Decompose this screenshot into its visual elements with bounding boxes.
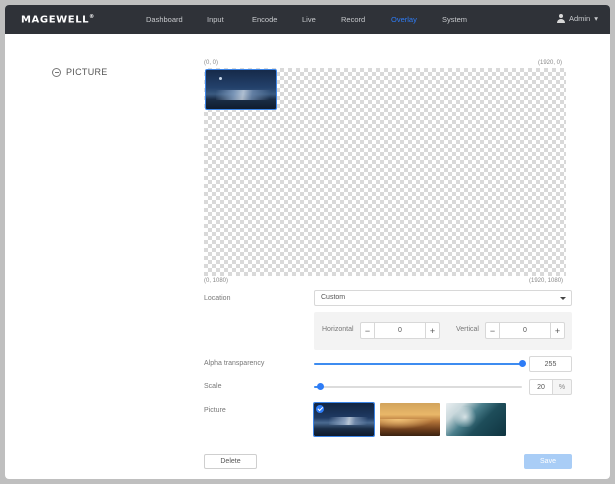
overlay-picture-preview[interactable] xyxy=(205,69,277,110)
magewell-logo[interactable]: MAGEWELL® xyxy=(21,14,95,25)
scale-unit: % xyxy=(553,379,572,395)
scale-slider-thumb[interactable] xyxy=(316,383,324,390)
picture-thumbnail-mountain[interactable] xyxy=(313,402,375,437)
alpha-slider[interactable] xyxy=(314,359,526,369)
app-window: MAGEWELL® Dashboard Input Encode Live Re… xyxy=(5,5,610,479)
section-header[interactable]: PICTURE xyxy=(52,67,108,77)
horizontal-decrement-button[interactable]: − xyxy=(361,323,375,338)
save-button[interactable]: Save xyxy=(524,454,572,469)
picture-thumbnail-desert[interactable] xyxy=(380,403,440,436)
collapse-icon[interactable] xyxy=(52,67,61,77)
picture-thumbnail-ocean[interactable] xyxy=(446,403,506,436)
coord-bottom-right: (1920, 1080) xyxy=(529,278,564,284)
caret-down-icon xyxy=(560,297,566,300)
vertical-increment-button[interactable]: + xyxy=(550,323,564,338)
nav-live[interactable]: Live xyxy=(302,15,316,24)
location-value: Custom xyxy=(321,294,346,301)
nav-system[interactable]: System xyxy=(442,15,467,24)
coord-bottom-left: (0, 1080) xyxy=(204,278,229,284)
nav-overlay[interactable]: Overlay xyxy=(391,15,417,24)
vertical-stepper[interactable]: − 0 + xyxy=(485,322,565,339)
alpha-slider-fill xyxy=(314,363,522,365)
alpha-input[interactable]: 255 xyxy=(529,356,572,372)
scale-slider[interactable] xyxy=(314,382,522,392)
user-menu[interactable]: Admin ▾ xyxy=(556,14,598,23)
horizontal-increment-button[interactable]: + xyxy=(425,323,439,338)
scale-label: Scale xyxy=(204,383,222,390)
user-icon xyxy=(556,14,565,23)
logo-text: MAGEWELL xyxy=(21,14,90,26)
horizontal-stepper[interactable]: − 0 + xyxy=(360,322,440,339)
vertical-decrement-button[interactable]: − xyxy=(486,323,500,338)
vertical-input[interactable]: 0 xyxy=(500,323,550,338)
delete-button[interactable]: Delete xyxy=(204,454,257,469)
nav-record[interactable]: Record xyxy=(341,15,365,24)
top-nav-bar: MAGEWELL® Dashboard Input Encode Live Re… xyxy=(5,5,610,34)
horizontal-input[interactable]: 0 xyxy=(375,323,425,338)
coord-top-left: (0, 0) xyxy=(204,60,219,66)
location-select[interactable]: Custom xyxy=(314,290,572,306)
nav-encode[interactable]: Encode xyxy=(252,15,277,24)
horizontal-label: Horizontal xyxy=(322,326,354,333)
scale-input[interactable]: 20 xyxy=(529,379,553,395)
alpha-slider-thumb[interactable] xyxy=(518,360,526,367)
chevron-down-icon: ▾ xyxy=(594,14,598,23)
section-title: PICTURE xyxy=(66,67,108,77)
picture-label: Picture xyxy=(204,407,226,414)
location-label: Location xyxy=(204,295,231,302)
nav-input[interactable]: Input xyxy=(207,15,224,24)
scale-slider-track xyxy=(314,386,522,388)
overlay-preview-canvas[interactable] xyxy=(204,68,566,276)
vertical-label: Vertical xyxy=(456,326,479,333)
offset-panel: Horizontal − 0 + Vertical − 0 + xyxy=(314,312,572,350)
alpha-label: Alpha transparency xyxy=(204,360,265,367)
coord-top-right: (1920, 0) xyxy=(538,60,563,66)
user-name: Admin xyxy=(568,14,591,23)
check-icon xyxy=(316,405,324,413)
nav-dashboard[interactable]: Dashboard xyxy=(146,15,183,24)
